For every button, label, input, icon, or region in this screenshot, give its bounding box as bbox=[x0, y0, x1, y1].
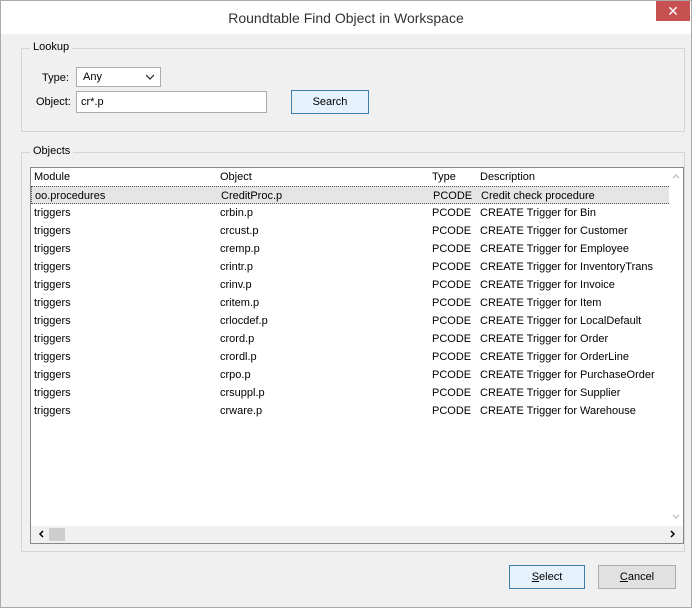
select-button[interactable]: Select bbox=[509, 565, 585, 589]
cell-module: oo.procedures bbox=[35, 190, 106, 202]
cell-type: PCODE bbox=[432, 333, 472, 345]
cell-description: Credit check procedure bbox=[481, 190, 595, 202]
cell-object: crordl.p bbox=[220, 351, 257, 363]
cell-module: triggers bbox=[34, 351, 71, 363]
table-row[interactable]: triggers crlocdef.p PCODE CREATE Trigger… bbox=[31, 312, 671, 330]
select-accel: S bbox=[531, 571, 540, 583]
table-row[interactable]: triggers crbin.p PCODE CREATE Trigger fo… bbox=[31, 204, 671, 222]
cell-object: crinv.p bbox=[220, 279, 252, 291]
cell-object: cremp.p bbox=[220, 243, 260, 255]
scroll-up-icon[interactable] bbox=[671, 172, 681, 182]
cell-module: triggers bbox=[34, 387, 71, 399]
column-header-object[interactable]: Object bbox=[220, 171, 252, 183]
cell-module: triggers bbox=[34, 207, 71, 219]
select-label: elect bbox=[539, 571, 563, 583]
table-row[interactable]: triggers critem.p PCODE CREATE Trigger f… bbox=[31, 294, 671, 312]
scroll-right-icon[interactable] bbox=[667, 529, 677, 539]
cell-module: triggers bbox=[34, 243, 71, 255]
scroll-left-icon[interactable] bbox=[37, 529, 47, 539]
cell-description: CREATE Trigger for Item bbox=[480, 297, 602, 309]
table-row[interactable]: oo.procedures CreditProc.p PCODE Credit … bbox=[31, 186, 671, 204]
cell-description: CREATE Trigger for PurchaseOrder bbox=[480, 369, 655, 381]
table-row[interactable]: triggers cremp.p PCODE CREATE Trigger fo… bbox=[31, 240, 671, 258]
list-header: Module Object Type Description bbox=[31, 168, 671, 184]
cell-type: PCODE bbox=[432, 297, 472, 309]
column-header-type[interactable]: Type bbox=[432, 171, 456, 183]
cell-object: crware.p bbox=[220, 405, 263, 417]
search-button[interactable]: Search bbox=[291, 90, 369, 114]
cell-type: PCODE bbox=[432, 225, 472, 237]
column-header-description[interactable]: Description bbox=[480, 171, 535, 183]
window-title: Roundtable Find Object in Workspace bbox=[228, 10, 464, 26]
column-header-module[interactable]: Module bbox=[34, 171, 70, 183]
title-bar[interactable]: Roundtable Find Object in Workspace ✕ bbox=[1, 1, 691, 34]
cell-type: PCODE bbox=[432, 207, 472, 219]
table-row[interactable]: triggers crcust.p PCODE CREATE Trigger f… bbox=[31, 222, 671, 240]
cell-type: PCODE bbox=[432, 243, 472, 255]
type-select[interactable]: Any bbox=[76, 67, 161, 87]
cell-object: crsuppl.p bbox=[220, 387, 265, 399]
lookup-caption: Lookup bbox=[30, 41, 73, 53]
cell-module: triggers bbox=[34, 297, 71, 309]
vertical-scrollbar[interactable] bbox=[669, 168, 683, 527]
cell-description: CREATE Trigger for OrderLine bbox=[480, 351, 629, 363]
cell-description: CREATE Trigger for Invoice bbox=[480, 279, 615, 291]
close-icon: ✕ bbox=[667, 3, 679, 19]
cell-description: CREATE Trigger for InventoryTrans bbox=[480, 261, 653, 273]
cell-object: crcust.p bbox=[220, 225, 259, 237]
cell-description: CREATE Trigger for Customer bbox=[480, 225, 628, 237]
objects-list[interactable]: Module Object Type Description oo.proced… bbox=[30, 167, 684, 544]
horizontal-scrollbar[interactable] bbox=[31, 526, 683, 543]
table-row[interactable]: triggers crordl.p PCODE CREATE Trigger f… bbox=[31, 348, 671, 366]
cell-object: crord.p bbox=[220, 333, 255, 345]
cell-type: PCODE bbox=[432, 405, 472, 417]
table-row[interactable]: triggers crord.p PCODE CREATE Trigger fo… bbox=[31, 330, 671, 348]
object-input[interactable] bbox=[76, 91, 267, 113]
cell-type: PCODE bbox=[432, 351, 472, 363]
chevron-down-icon bbox=[146, 74, 154, 80]
cell-description: CREATE Trigger for LocalDefault bbox=[480, 315, 642, 327]
table-row[interactable]: triggers crware.p PCODE CREATE Trigger f… bbox=[31, 402, 671, 420]
cell-module: triggers bbox=[34, 369, 71, 381]
cell-module: triggers bbox=[34, 279, 71, 291]
dialog-window: Roundtable Find Object in Workspace ✕ Lo… bbox=[0, 0, 692, 608]
cell-description: CREATE Trigger for Warehouse bbox=[480, 405, 636, 417]
type-label: Type: bbox=[42, 72, 69, 84]
cell-module: triggers bbox=[34, 261, 71, 273]
cell-object: crpo.p bbox=[220, 369, 251, 381]
cell-module: triggers bbox=[34, 315, 71, 327]
cell-module: triggers bbox=[34, 225, 71, 237]
scroll-thumb[interactable] bbox=[49, 528, 65, 541]
type-select-value: Any bbox=[83, 71, 102, 83]
cancel-accel: C bbox=[619, 571, 628, 583]
table-row[interactable]: triggers crinv.p PCODE CREATE Trigger fo… bbox=[31, 276, 671, 294]
cell-object: critem.p bbox=[220, 297, 260, 309]
cell-type: PCODE bbox=[432, 279, 472, 291]
scroll-down-icon[interactable] bbox=[671, 511, 681, 521]
table-row[interactable]: triggers crintr.p PCODE CREATE Trigger f… bbox=[31, 258, 671, 276]
cancel-label: ancel bbox=[627, 571, 655, 583]
cell-module: triggers bbox=[34, 405, 71, 417]
cell-module: triggers bbox=[34, 333, 71, 345]
cell-type: PCODE bbox=[432, 369, 472, 381]
cell-type: PCODE bbox=[432, 387, 472, 399]
table-row[interactable]: triggers crpo.p PCODE CREATE Trigger for… bbox=[31, 366, 671, 384]
cell-description: CREATE Trigger for Employee bbox=[480, 243, 629, 255]
cell-type: PCODE bbox=[432, 261, 472, 273]
cell-type: PCODE bbox=[433, 190, 473, 202]
table-row[interactable]: triggers crsuppl.p PCODE CREATE Trigger … bbox=[31, 384, 671, 402]
cancel-button[interactable]: Cancel bbox=[598, 565, 676, 589]
objects-caption: Objects bbox=[30, 145, 74, 157]
cell-description: CREATE Trigger for Bin bbox=[480, 207, 596, 219]
cell-description: CREATE Trigger for Order bbox=[480, 333, 609, 345]
cell-object: CreditProc.p bbox=[221, 190, 283, 202]
cell-object: crintr.p bbox=[220, 261, 254, 273]
cell-object: crlocdef.p bbox=[220, 315, 268, 327]
cell-object: crbin.p bbox=[220, 207, 254, 219]
cell-type: PCODE bbox=[432, 315, 472, 327]
cell-description: CREATE Trigger for Supplier bbox=[480, 387, 621, 399]
object-label: Object: bbox=[36, 96, 71, 108]
close-button[interactable]: ✕ bbox=[656, 1, 690, 21]
